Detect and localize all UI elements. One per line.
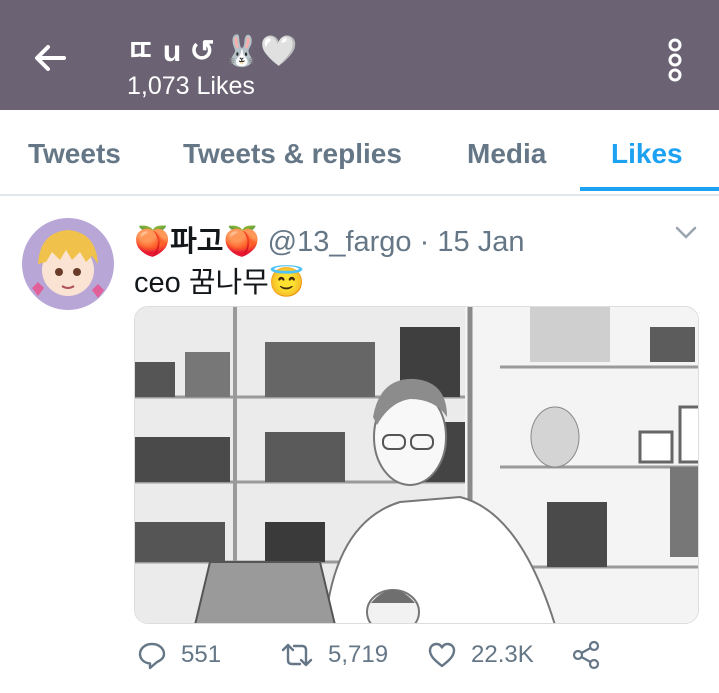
like-count: 22.3K [471, 641, 534, 668]
active-tab-indicator [580, 187, 719, 191]
tweet-date[interactable]: 15 Jan [437, 226, 524, 258]
separator: · [419, 226, 430, 258]
tweet-media-image[interactable] [134, 306, 699, 624]
display-name[interactable]: 🍑파고🍑 [134, 226, 260, 258]
retweet-icon [281, 643, 313, 667]
share-icon [572, 640, 600, 670]
reply-icon [138, 642, 166, 670]
reply-count: 551 [181, 641, 222, 668]
like-button[interactable]: 22.3K [427, 640, 534, 670]
tab-bar: Tweets Tweets & replies Media Likes [0, 110, 719, 196]
reply-button[interactable]: 551 [137, 640, 221, 670]
heart-icon [428, 642, 456, 668]
tweet-text: ceo 꿈나무😇 [134, 267, 305, 299]
retweet-count: 5,719 [328, 641, 389, 668]
handle[interactable]: @13_fargo [268, 226, 412, 258]
avatar-icon[interactable] [22, 218, 114, 310]
tab-tweets[interactable]: Tweets [28, 138, 121, 170]
retweet-button[interactable]: 5,719 [280, 640, 388, 670]
profile-title: ㄸ u ↺ 🐰🤍 [127, 35, 298, 68]
tab-likes[interactable]: Likes [611, 138, 683, 170]
more-vertical-icon[interactable] [660, 36, 690, 84]
tab-media[interactable]: Media [467, 138, 546, 170]
tweet-header: 🍑파고🍑 @13_fargo · 15 Jan [134, 218, 524, 260]
tab-tweets-and-replies[interactable]: Tweets & replies [183, 138, 402, 170]
arrow-left-icon[interactable] [26, 34, 74, 82]
chevron-down-icon[interactable] [672, 222, 700, 244]
likes-count: 1,073 Likes [127, 72, 255, 100]
share-button[interactable] [571, 640, 615, 670]
profile-header: ㄸ u ↺ 🐰🤍 1,073 Likes [0, 0, 719, 110]
tweet-actions: 551 5,719 22.3K [0, 640, 719, 680]
